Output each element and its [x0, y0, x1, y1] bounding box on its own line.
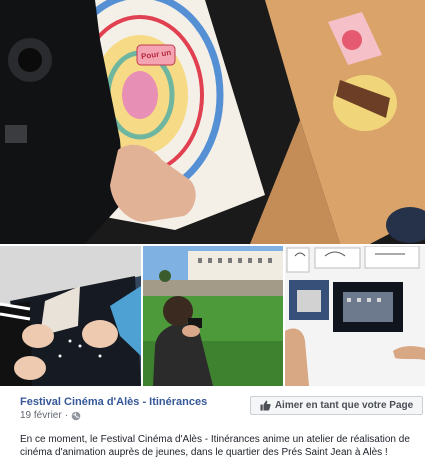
page-name-link[interactable]: Festival Cinéma d'Alès - Itinérances — [20, 396, 207, 408]
main-photo[interactable]: Pour un — [0, 0, 425, 244]
thumbnail-photo-1[interactable] — [0, 246, 141, 386]
like-as-page-button[interactable]: Aimer en tant que votre Page — [250, 396, 423, 415]
post-footer: Festival Cinéma d'Alès - Itinérances 19 … — [0, 386, 425, 463]
post-date[interactable]: 19 février — [20, 410, 62, 421]
post-meta: 19 février · — [20, 410, 81, 421]
globe-icon — [71, 411, 81, 421]
thumbnail-photo-2[interactable] — [143, 246, 283, 386]
thumbs-up-icon — [260, 400, 271, 411]
post-text: En ce moment, le Festival Cinéma d'Alès … — [20, 434, 410, 458]
thumbnail-photo-3[interactable] — [285, 246, 425, 386]
meta-separator: · — [64, 410, 69, 421]
like-button-label: Aimer en tant que votre Page — [274, 400, 414, 411]
